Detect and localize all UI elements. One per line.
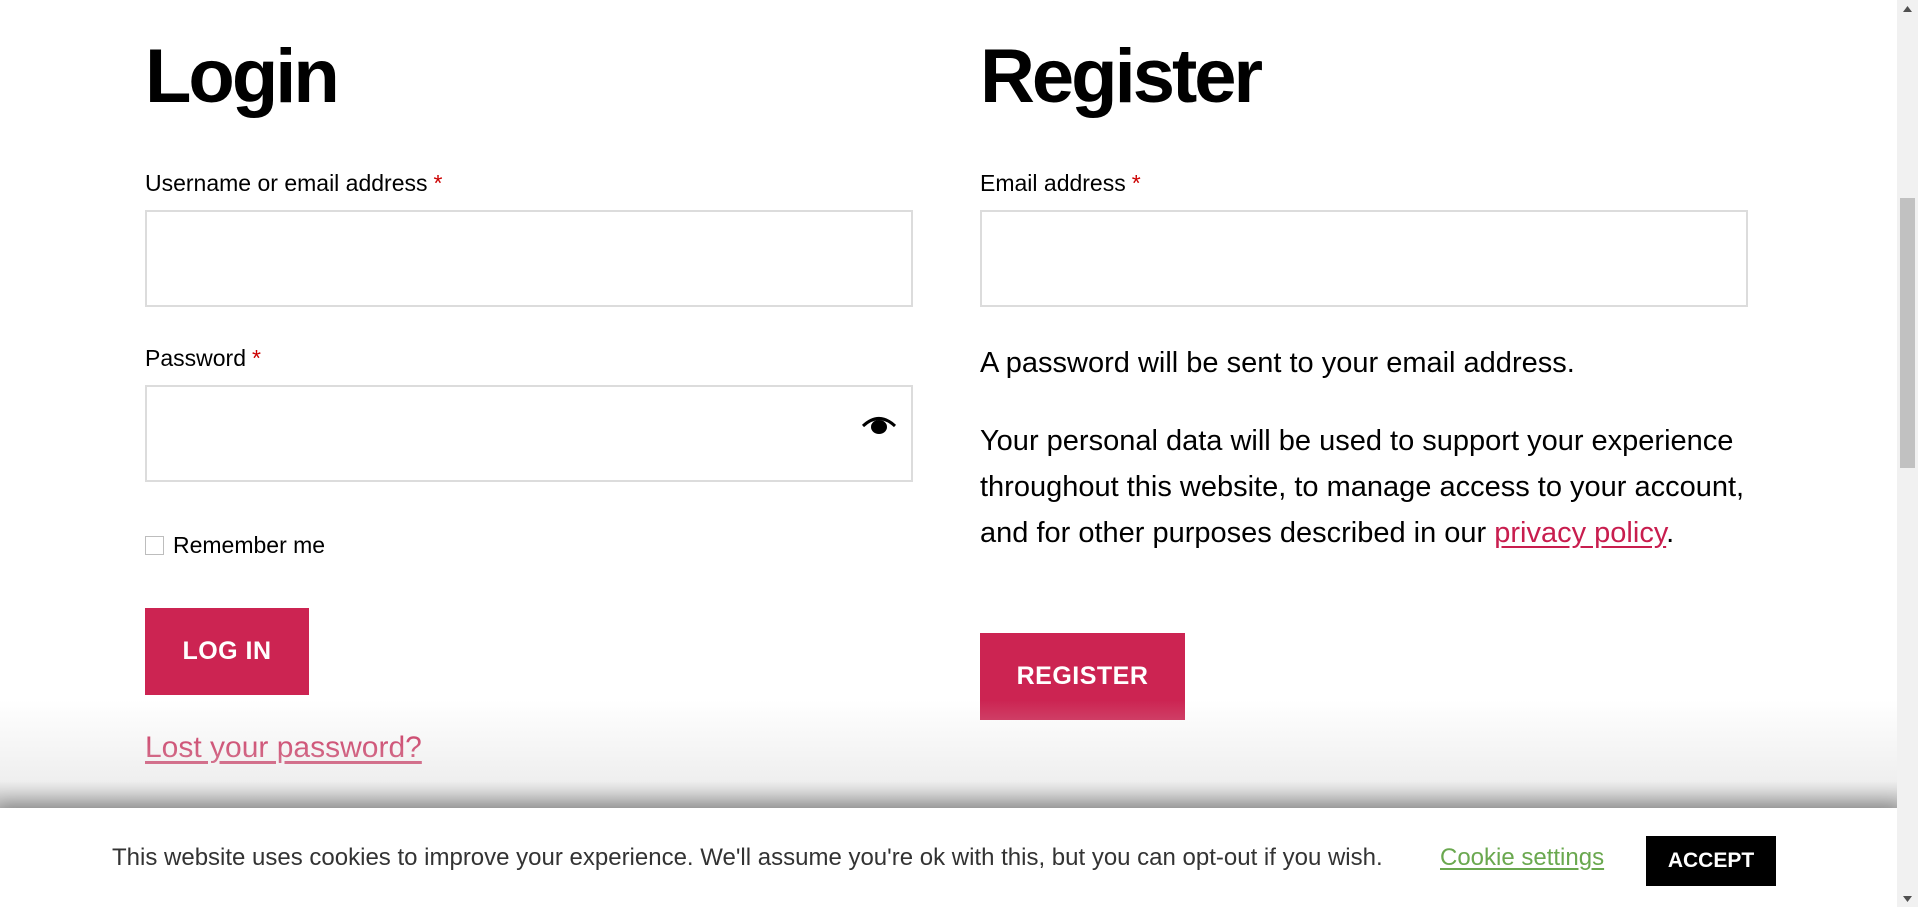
required-marker: * <box>251 345 261 371</box>
scroll-up-arrow-icon[interactable] <box>1897 0 1918 17</box>
remember-me-label[interactable]: Remember me <box>173 532 325 559</box>
required-marker: * <box>1131 170 1141 196</box>
password-input[interactable] <box>145 385 913 482</box>
email-input[interactable] <box>980 210 1748 307</box>
privacy-notice: Your personal data will be used to suppo… <box>980 418 1750 556</box>
scroll-down-arrow-icon[interactable] <box>1897 890 1918 907</box>
remember-me-row: Remember me <box>145 532 325 559</box>
username-label-text: Username or email address <box>145 170 428 196</box>
login-button[interactable]: LOG IN <box>145 608 309 695</box>
vertical-scrollbar[interactable] <box>1897 0 1918 907</box>
cookie-message: This website uses cookies to improve you… <box>112 844 1383 871</box>
cookie-settings-link[interactable]: Cookie settings <box>1440 844 1604 872</box>
register-title: Register <box>980 34 1263 119</box>
required-marker: * <box>433 170 443 196</box>
register-button[interactable]: REGISTER <box>980 633 1185 720</box>
privacy-policy-link[interactable]: privacy policy <box>1494 517 1666 549</box>
email-label-text: Email address <box>980 170 1126 196</box>
account-page: Login Username or email address * Passwor… <box>0 0 1918 907</box>
eye-icon[interactable] <box>861 412 897 438</box>
privacy-text-end: . <box>1666 517 1675 549</box>
scrollbar-thumb[interactable] <box>1900 198 1915 468</box>
password-sent-note: A password will be sent to your email ad… <box>980 347 1575 379</box>
login-title: Login <box>145 34 340 119</box>
cookie-consent-bar: This website uses cookies to improve you… <box>0 808 1897 907</box>
accept-cookies-button[interactable]: ACCEPT <box>1646 836 1776 886</box>
email-label: Email address * <box>980 169 1141 197</box>
username-input[interactable] <box>145 210 913 307</box>
password-label: Password * <box>145 344 261 372</box>
remember-me-checkbox[interactable] <box>145 536 164 555</box>
password-label-text: Password <box>145 345 246 371</box>
username-label: Username or email address * <box>145 169 442 197</box>
lost-password-link[interactable]: Lost your password? <box>145 731 422 765</box>
